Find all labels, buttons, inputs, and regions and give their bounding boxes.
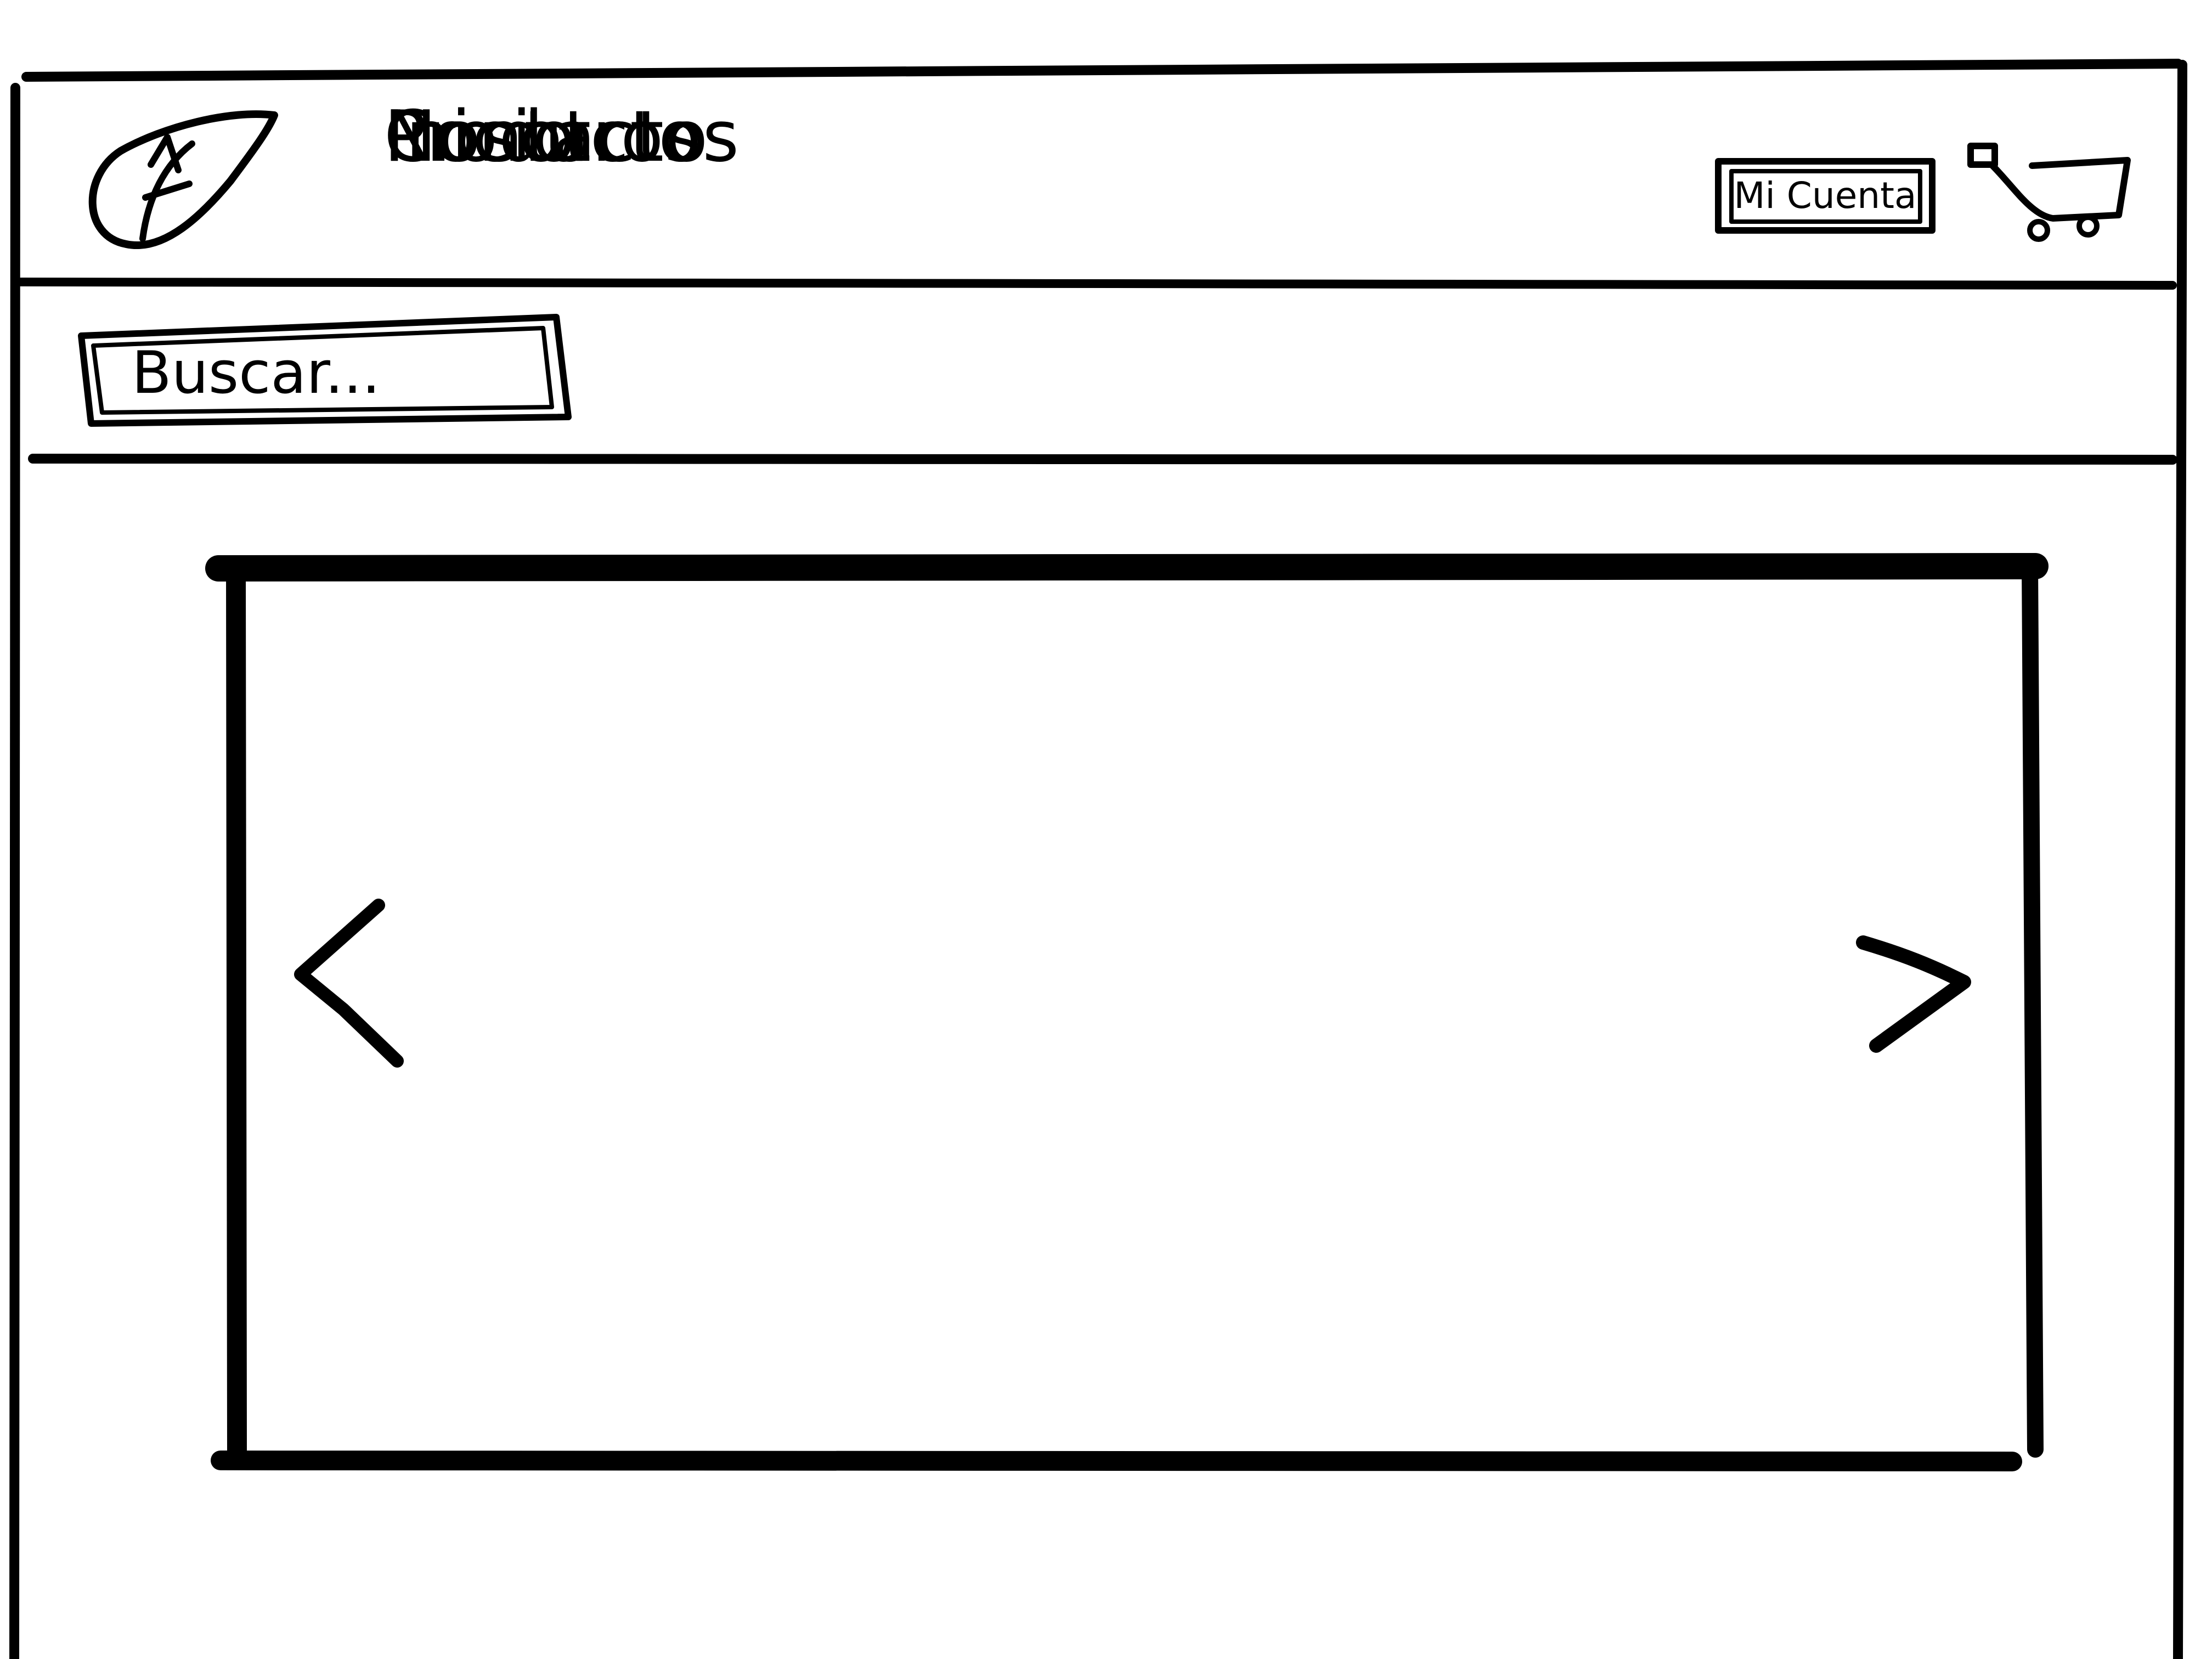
carousel-next-button[interactable] [1849,927,1980,1059]
carousel-frame [205,553,2049,1471]
window-right-border [2173,60,2187,1659]
cart-button[interactable] [1964,137,2140,247]
leaf-logo [88,110,278,249]
search-bar-bottom-rule [28,454,2177,465]
window-top-border [21,59,2183,82]
nav-link-contacto[interactable]: Contacto [384,102,709,172]
account-button[interactable]: Mi Cuenta [1718,161,1932,230]
carousel-prev-button[interactable] [285,894,417,1075]
window-left-border [9,83,20,1659]
wireframe-sketch [9,59,2187,1659]
header-bottom-rule [16,278,2177,290]
search-input[interactable]: Buscar... [88,329,549,417]
